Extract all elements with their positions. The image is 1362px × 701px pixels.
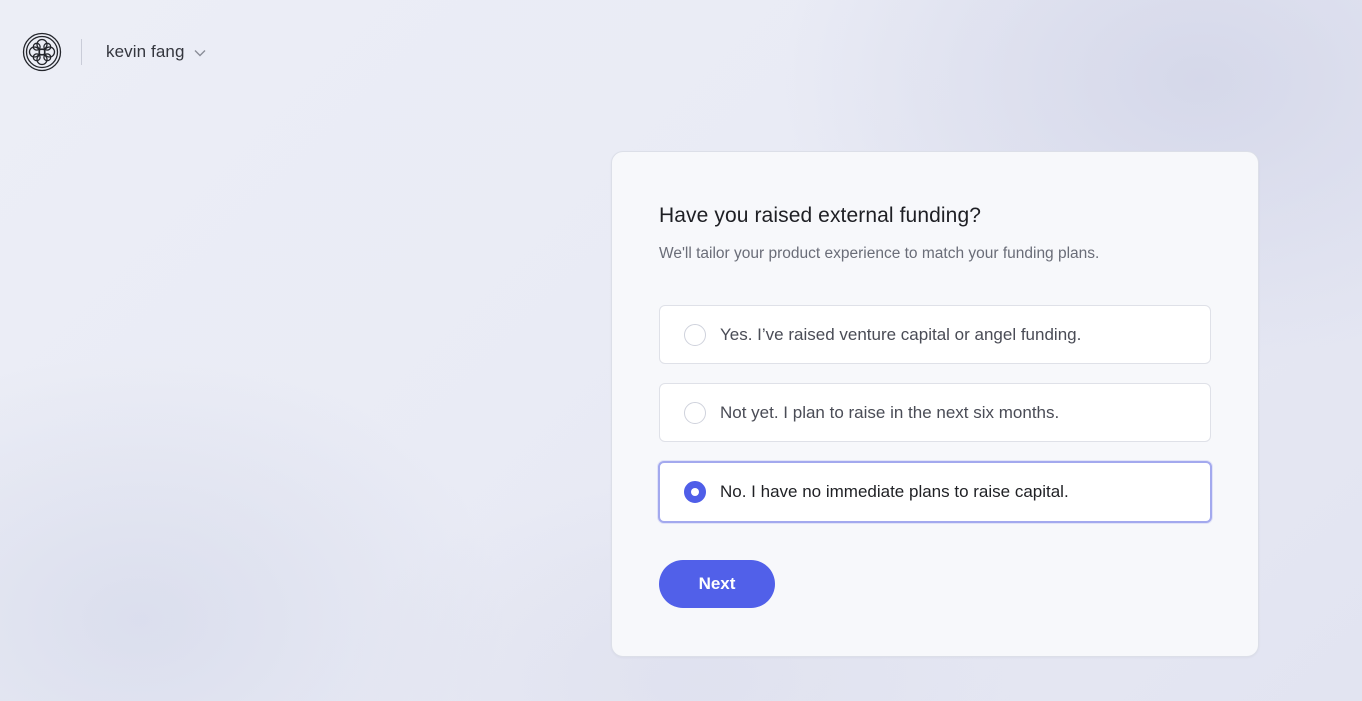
header-divider [81, 39, 82, 65]
logo-icon[interactable] [22, 32, 62, 72]
option-label: Yes. I’ve raised venture capital or ange… [720, 324, 1082, 344]
option-no-plans[interactable]: No. I have no immediate plans to raise c… [658, 461, 1212, 523]
radio-button[interactable] [684, 323, 706, 346]
next-button[interactable]: Next [659, 560, 775, 608]
user-menu[interactable]: kevin fang [106, 42, 206, 62]
option-label: No. I have no immediate plans to raise c… [720, 482, 1069, 501]
top-header: kevin fang [22, 31, 206, 73]
question-subtitle: We'll tailor your product experience to … [659, 245, 1100, 262]
option-raised-funding[interactable]: Yes. I’ve raised venture capital or ange… [659, 305, 1211, 364]
user-name: kevin fang [106, 42, 185, 61]
funding-question-card: Have you raised external funding? We'll … [611, 151, 1259, 657]
radio-button-selected[interactable] [684, 481, 706, 503]
option-plan-to-raise[interactable]: Not yet. I plan to raise in the next six… [659, 383, 1211, 442]
option-label: Not yet. I plan to raise in the next six… [720, 402, 1060, 422]
chevron-down-icon [194, 49, 206, 57]
question-title: Have you raised external funding? [659, 204, 982, 227]
radio-button[interactable] [684, 401, 706, 424]
